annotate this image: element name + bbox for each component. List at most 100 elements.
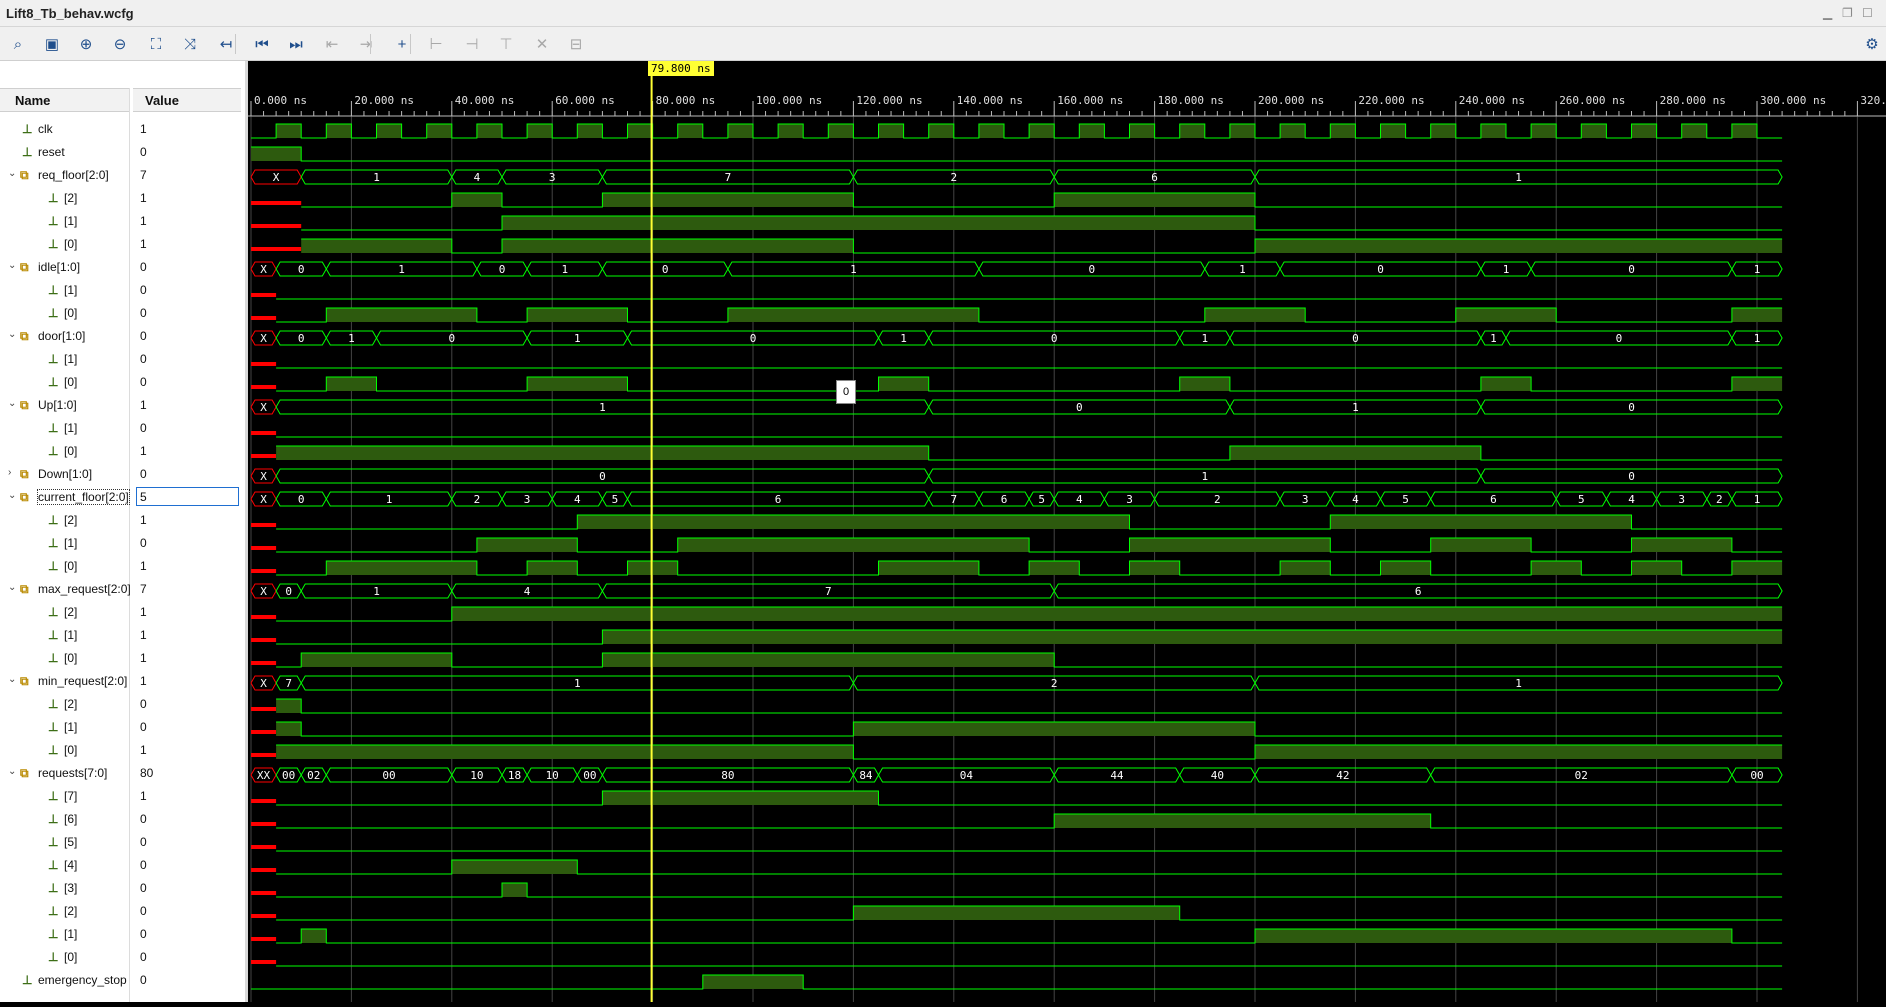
name-column-header[interactable]: Name	[0, 88, 129, 112]
value-column-header[interactable]: Value	[133, 88, 241, 112]
clock-high-fill	[276, 124, 302, 138]
maximize-icon[interactable]: ☐	[1862, 6, 1873, 20]
previous-marker-icon: ⊢	[429, 36, 443, 53]
bus-signal-icon: ⧉	[20, 467, 29, 481]
chevron-down-icon[interactable]: ⌄	[8, 490, 16, 501]
chevron-down-icon[interactable]: ⌄	[8, 766, 16, 777]
high-level-fill	[1054, 193, 1255, 207]
chevron-down-icon[interactable]: ⌄	[8, 168, 16, 179]
signal-row-0-bit[interactable]: ⊥ [0] 0	[0, 371, 245, 394]
chevron-down-icon[interactable]: ⌄	[8, 260, 16, 271]
signal-value: 1	[140, 513, 147, 527]
previous-marker-button[interactable]: ⊢	[424, 32, 448, 56]
signal-row-2-bit[interactable]: ⊥ [2] 0	[0, 693, 245, 716]
signal-row-0-bit[interactable]: ⊥ [0] 1	[0, 440, 245, 463]
next-edge-button[interactable]: ⇥	[354, 32, 378, 56]
save-button[interactable]: ▣	[40, 32, 64, 56]
restore-icon[interactable]: ❐	[1842, 6, 1853, 20]
delete-markers-button[interactable]: ✕	[530, 32, 554, 56]
signal-row-4-bit[interactable]: ⊥ [4] 0	[0, 854, 245, 877]
signal-row-1-bit[interactable]: ⊥ [1] 0	[0, 532, 245, 555]
bus-value-label: 02	[1575, 769, 1588, 782]
signal-row-Down10[interactable]: › ⧉ Down[1:0] 0	[0, 463, 245, 486]
signal-row-5-bit[interactable]: ⊥ [5] 0	[0, 831, 245, 854]
bit-waveform	[276, 307, 1783, 323]
minimize-icon[interactable]: ▁	[1823, 6, 1832, 20]
signal-row-emergency_stop[interactable]: ⊥ emergency_stop 0	[0, 969, 245, 992]
chevron-down-icon[interactable]: ⌄	[8, 582, 16, 593]
signal-row-2-bit[interactable]: ⊥ [2] 1	[0, 509, 245, 532]
signal-row-reset[interactable]: ⊥ reset 0	[0, 141, 245, 164]
snap-to-transition-button[interactable]: ⊟	[564, 32, 588, 56]
signal-row-door10[interactable]: ⌄ ⧉ door[1:0] 0	[0, 325, 245, 348]
signal-row-3-bit[interactable]: ⊥ [3] 0	[0, 877, 245, 900]
bit-signal-icon: ⊥	[48, 421, 59, 435]
high-level-fill	[451, 193, 502, 207]
clock-high-fill	[476, 124, 502, 138]
signal-row-1-bit[interactable]: ⊥ [1] 0	[0, 417, 245, 440]
signal-row-0-bit[interactable]: ⊥ [0] 1	[0, 647, 245, 670]
signal-row-1-bit[interactable]: ⊥ [1] 0	[0, 716, 245, 739]
signal-row-2-bit[interactable]: ⊥ [2] 1	[0, 187, 245, 210]
chevron-down-icon[interactable]: ⌄	[8, 674, 16, 685]
go-to-last-time-button[interactable]: ⏭	[284, 32, 308, 56]
bus-value-label: 84	[859, 769, 873, 782]
signal-row-0-bit[interactable]: ⊥ [0] 1	[0, 739, 245, 762]
bus-value-label: 7	[950, 493, 957, 506]
clock-high-fill	[1229, 124, 1255, 138]
signal-row-7-bit[interactable]: ⊥ [7] 1	[0, 785, 245, 808]
high-level-fill	[276, 699, 302, 713]
signal-value: 0	[140, 306, 147, 320]
bus-signal-icon: ⧉	[20, 168, 29, 182]
chevron-down-icon[interactable]: ⌄	[8, 329, 16, 340]
signal-name: clk	[38, 122, 53, 136]
zoom-fit-button[interactable]: ⛶	[144, 32, 168, 56]
signal-row-1-bit[interactable]: ⊥ [1] 1	[0, 624, 245, 647]
axis-tick-label: 40.000 ns	[455, 94, 515, 107]
signal-name: [0]	[64, 306, 78, 320]
axis-tick-label: 60.000 ns	[555, 94, 615, 107]
signal-row-requests70[interactable]: ⌄ ⧉ requests[7:0] 80	[0, 762, 245, 785]
previous-edge-button[interactable]: ⇤	[320, 32, 344, 56]
signal-row-0-bit[interactable]: ⊥ [0] 1	[0, 555, 245, 578]
swap-cursors-button[interactable]: ⊤	[494, 32, 518, 56]
bus-value-label: 10	[470, 769, 483, 782]
high-level-fill	[326, 308, 477, 322]
signal-row-req_floor20[interactable]: ⌄ ⧉ req_floor[2:0] 7	[0, 164, 245, 187]
signal-row-min_request20[interactable]: ⌄ ⧉ min_request[2:0] 1	[0, 670, 245, 693]
go-to-time-0-button[interactable]: ⏮	[250, 32, 274, 56]
signal-row-0-bit[interactable]: ⊥ [0] 0	[0, 946, 245, 969]
signal-row-idle10[interactable]: ⌄ ⧉ idle[1:0] 0	[0, 256, 245, 279]
high-level-fill	[527, 308, 628, 322]
clock-high-fill	[778, 124, 804, 138]
signal-row-2-bit[interactable]: ⊥ [2] 0	[0, 900, 245, 923]
bus-value-label: 3	[524, 493, 531, 506]
signal-row-1-bit[interactable]: ⊥ [1] 0	[0, 279, 245, 302]
search-button[interactable]: ⌕	[6, 32, 30, 56]
signal-row-current_floor20[interactable]: ⌄ ⧉ current_floor[2:0] 5	[0, 486, 245, 509]
signal-row-1-bit[interactable]: ⊥ [1] 1	[0, 210, 245, 233]
waveform-canvas[interactable]: 0.000 ns 20.000 ns 40.000 ns 60.000 ns 80.00…	[248, 61, 1886, 1002]
signal-value: 1	[140, 559, 147, 573]
zoom-out-button[interactable]: ⊖	[108, 32, 132, 56]
signal-row-6-bit[interactable]: ⊥ [6] 0	[0, 808, 245, 831]
go-to-cursor-button[interactable]: ⤨	[178, 32, 202, 56]
signal-row-1-bit[interactable]: ⊥ [1] 0	[0, 923, 245, 946]
zoom-in-button[interactable]: ⊕	[74, 32, 98, 56]
signal-row-max_request20[interactable]: ⌄ ⧉ max_request[2:0] 7	[0, 578, 245, 601]
chevron-down-icon[interactable]: ⌄	[8, 398, 16, 409]
signal-row-1-bit[interactable]: ⊥ [1] 0	[0, 348, 245, 371]
signal-row-0-bit[interactable]: ⊥ [0] 0	[0, 302, 245, 325]
clock-high-fill	[1129, 124, 1155, 138]
settings-icon[interactable]: ⚙	[1860, 32, 1884, 56]
bit-signal-icon: ⊥	[48, 306, 59, 320]
signal-row-clk[interactable]: ⊥ clk 1	[0, 118, 245, 141]
signal-row-Up10[interactable]: ⌄ ⧉ Up[1:0] 1	[0, 394, 245, 417]
chevron-right-icon[interactable]: ›	[8, 467, 11, 478]
next-marker-button[interactable]: ⊣	[460, 32, 484, 56]
axis-tick-label: 320.0	[1860, 94, 1886, 107]
bus-value-label: 0	[599, 470, 606, 483]
signal-row-2-bit[interactable]: ⊥ [2] 1	[0, 601, 245, 624]
waveform-area[interactable]: 0.000 ns 20.000 ns 40.000 ns 60.000 ns 80.00…	[248, 61, 1886, 1002]
signal-row-0-bit[interactable]: ⊥ [0] 1	[0, 233, 245, 256]
